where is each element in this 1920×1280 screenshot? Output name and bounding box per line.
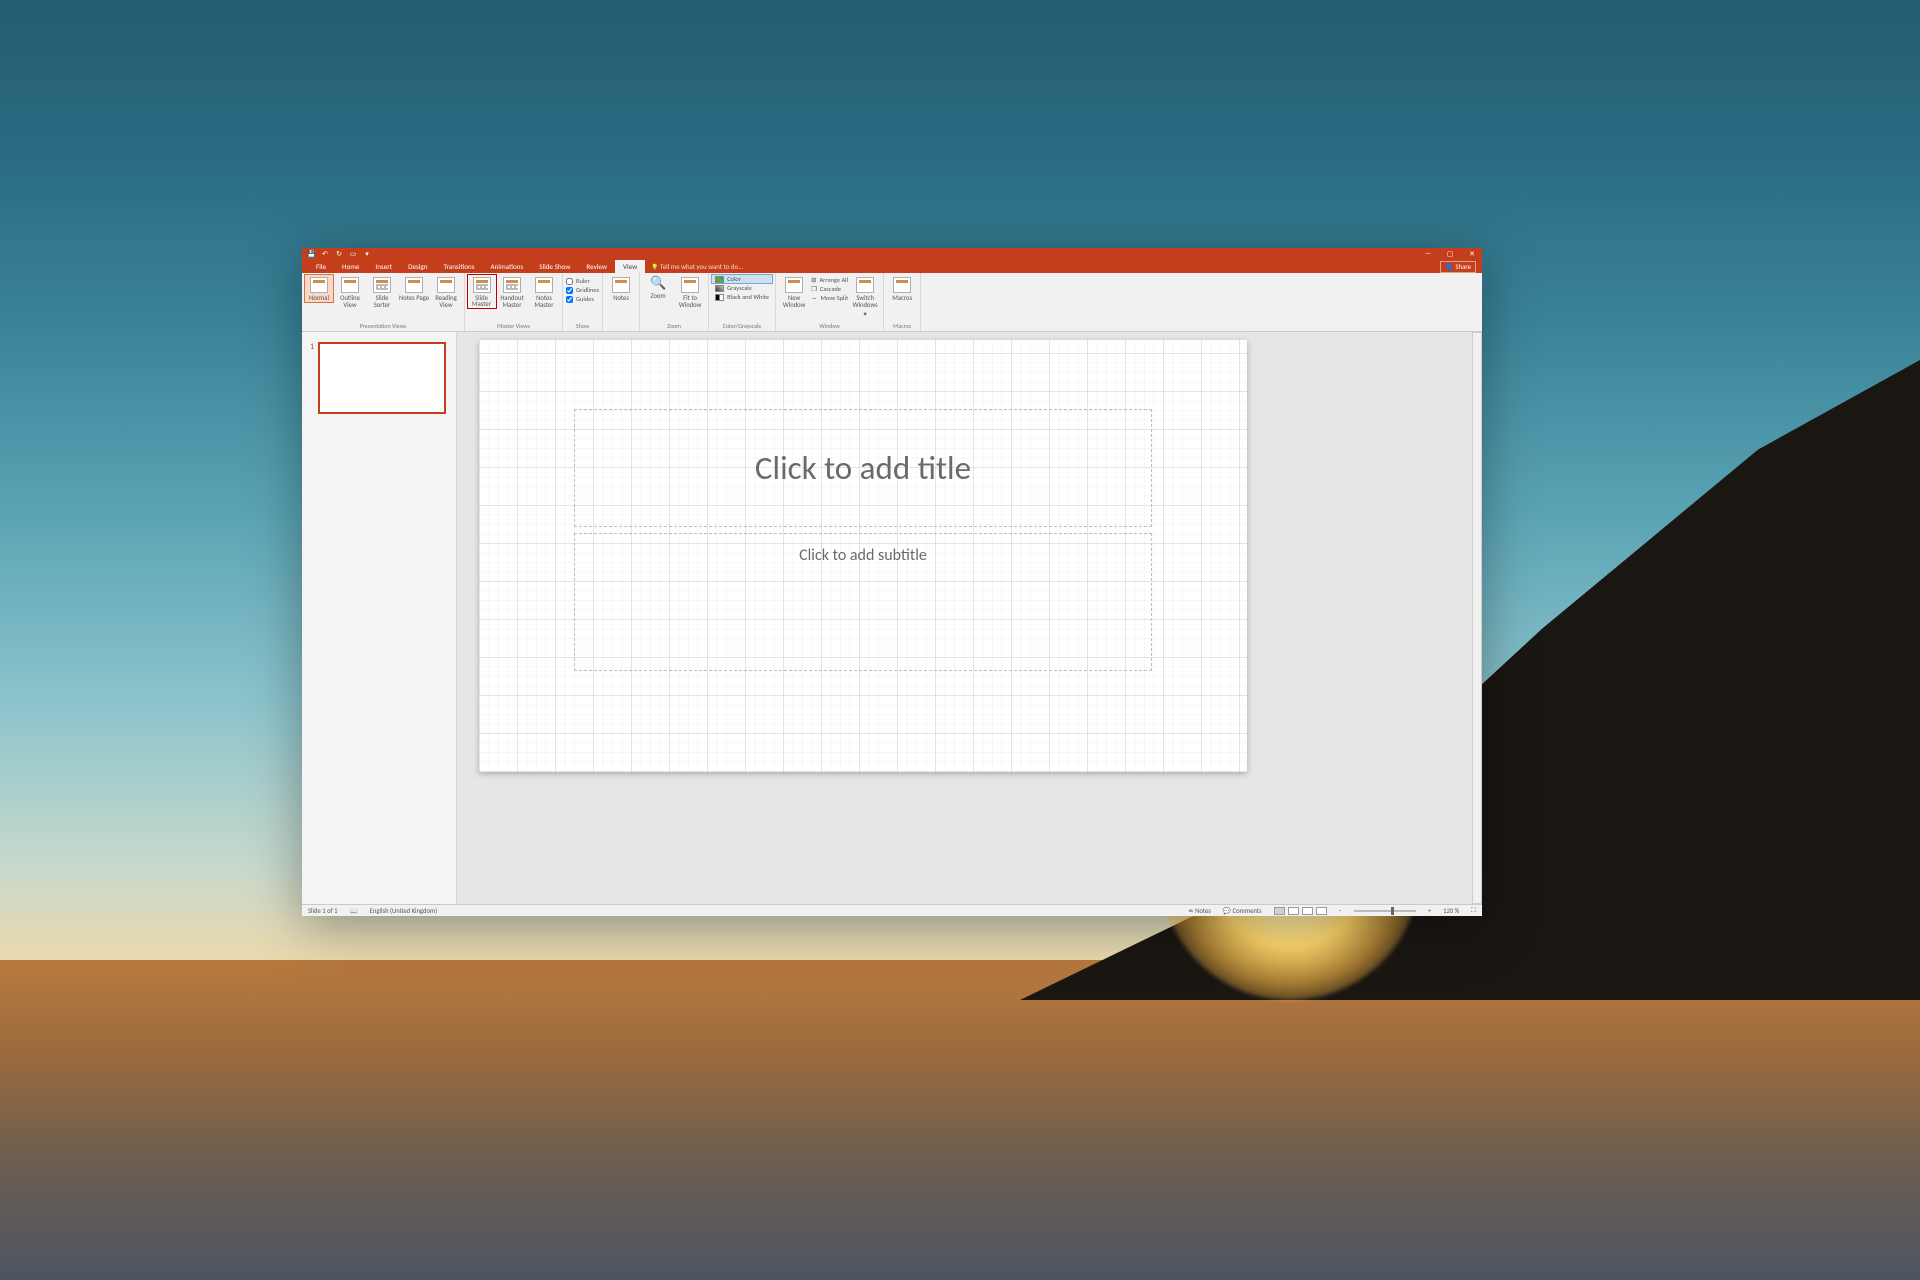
slide-canvas[interactable]: Click to add title Click to add subtitle [479, 340, 1247, 772]
group-master-views: Slide Master Handout Master Notes Master… [465, 273, 563, 331]
notes-button[interactable]: Notes [606, 275, 636, 302]
status-bar: Slide 1 of 1 📖 English (United Kingdom) … [302, 904, 1482, 916]
notes-toggle[interactable]: ≐ Notes [1188, 907, 1211, 915]
zoom-button[interactable]: 🔍Zoom [643, 275, 673, 300]
notes-master-button[interactable]: Notes Master [529, 275, 559, 309]
fit-to-window-icon[interactable]: ⛶ [1471, 906, 1476, 915]
reading-view-button[interactable]: Reading View [431, 275, 461, 309]
group-zoom: 🔍Zoom Fit to Window Zoom [640, 273, 709, 331]
share-button[interactable]: 👤 Share [1440, 261, 1476, 273]
tab-design[interactable]: Design [400, 260, 435, 273]
fit-to-window-button[interactable]: Fit to Window [675, 275, 705, 309]
view-normal-icon[interactable] [1274, 907, 1285, 915]
view-reading-icon[interactable] [1302, 907, 1313, 915]
macros-button[interactable]: Macros [887, 275, 917, 302]
arrange-all-button[interactable]: ⊞Arrange All [811, 276, 848, 284]
language-indicator[interactable]: English (United Kingdom) [370, 907, 438, 915]
tab-view[interactable]: View [615, 260, 645, 273]
tab-insert[interactable]: Insert [367, 260, 400, 273]
ruler-checkbox[interactable]: Ruler [566, 277, 599, 285]
grayscale-mode-button[interactable]: Grayscale [712, 284, 772, 292]
maximize-button[interactable]: ▢ [1445, 249, 1455, 258]
content-area: 1 Click to add title Click to add subtit… [302, 332, 1482, 904]
switch-windows-button[interactable]: Switch Windows ▾ [850, 275, 880, 318]
outline-view-button[interactable]: Outline View [335, 275, 365, 309]
spellcheck-icon[interactable]: 📖 [349, 907, 357, 915]
tab-file[interactable]: File [308, 260, 334, 273]
start-slideshow-icon[interactable]: ▭ [349, 249, 357, 258]
group-macros: Macros Macros [884, 273, 921, 331]
vertical-scrollbar[interactable] [1472, 332, 1482, 904]
tab-transitions[interactable]: Transitions [435, 260, 482, 273]
slide-editor[interactable]: Click to add title Click to add subtitle [457, 332, 1482, 904]
thumbnail-number: 1 [310, 342, 314, 352]
bw-mode-button[interactable]: Black and White [712, 293, 772, 301]
view-slideshow-icon[interactable] [1316, 907, 1327, 915]
zoom-out-button[interactable]: − [1339, 907, 1342, 915]
close-button[interactable]: ✕ [1467, 249, 1477, 258]
ribbon: Normal Outline View Slide Sorter Notes P… [302, 273, 1482, 332]
slide-master-button[interactable]: Slide Master [467, 274, 497, 310]
view-mode-buttons [1274, 907, 1327, 915]
group-label: Zoom [643, 321, 705, 331]
tab-review[interactable]: Review [578, 260, 615, 273]
tell-me-search[interactable]: Tell me what you want to do... [645, 261, 749, 273]
minimize-button[interactable]: — [1423, 249, 1433, 258]
view-sorter-icon[interactable] [1288, 907, 1299, 915]
qat-more-icon[interactable]: ▾ [363, 249, 371, 258]
zoom-slider[interactable] [1354, 910, 1416, 912]
tab-slideshow[interactable]: Slide Show [531, 260, 578, 273]
guides-checkbox[interactable]: Guides [566, 295, 599, 303]
slide-thumbnail-1[interactable] [318, 342, 446, 414]
title-bar: 💾 ↶ ↻ ▭ ▾ — ▢ ✕ [302, 248, 1482, 259]
move-split-button[interactable]: ⇔Move Split [811, 294, 848, 302]
group-show: Ruler Gridlines Guides Show [563, 273, 603, 331]
undo-icon[interactable]: ↶ [321, 249, 329, 258]
save-icon[interactable]: 💾 [307, 249, 315, 258]
gridlines-checkbox[interactable]: Gridlines [566, 286, 599, 294]
slide-count: Slide 1 of 1 [308, 907, 337, 915]
slide-thumbnail-panel: 1 [302, 332, 457, 904]
group-notes: Notes [603, 273, 640, 331]
group-label: Macros [887, 321, 917, 331]
group-color-grayscale: Color Grayscale Black and White Color/Gr… [709, 273, 776, 331]
handout-master-button[interactable]: Handout Master [497, 275, 527, 309]
subtitle-placeholder[interactable]: Click to add subtitle [574, 533, 1152, 671]
tab-animations[interactable]: Animations [483, 260, 532, 273]
tab-home[interactable]: Home [334, 260, 367, 273]
group-label: Window [779, 321, 880, 331]
zoom-in-button[interactable]: + [1428, 907, 1431, 915]
new-window-button[interactable]: New Window [779, 275, 809, 309]
group-label: Presentation Views [305, 321, 461, 331]
group-label: Master Views [468, 321, 559, 331]
slide-sorter-button[interactable]: Slide Sorter [367, 275, 397, 309]
zoom-level[interactable]: 120 % [1443, 907, 1459, 915]
ribbon-tab-bar: File Home Insert Design Transitions Anim… [302, 259, 1482, 273]
redo-icon[interactable]: ↻ [335, 249, 343, 258]
title-placeholder[interactable]: Click to add title [574, 409, 1152, 527]
app-window: 💾 ↶ ↻ ▭ ▾ — ▢ ✕ File Home Insert Design … [302, 248, 1482, 916]
group-presentation-views: Normal Outline View Slide Sorter Notes P… [302, 273, 465, 331]
color-mode-button[interactable]: Color [711, 274, 773, 284]
normal-view-button[interactable]: Normal [304, 274, 334, 303]
group-label: Color/Grayscale [712, 321, 772, 331]
group-window: New Window ⊞Arrange All ❐Cascade ⇔Move S… [776, 273, 884, 331]
cascade-button[interactable]: ❐Cascade [811, 285, 848, 293]
notes-page-button[interactable]: Notes Page [399, 275, 429, 302]
comments-toggle[interactable]: 💬 Comments [1223, 907, 1262, 915]
group-label: Show [566, 321, 599, 331]
